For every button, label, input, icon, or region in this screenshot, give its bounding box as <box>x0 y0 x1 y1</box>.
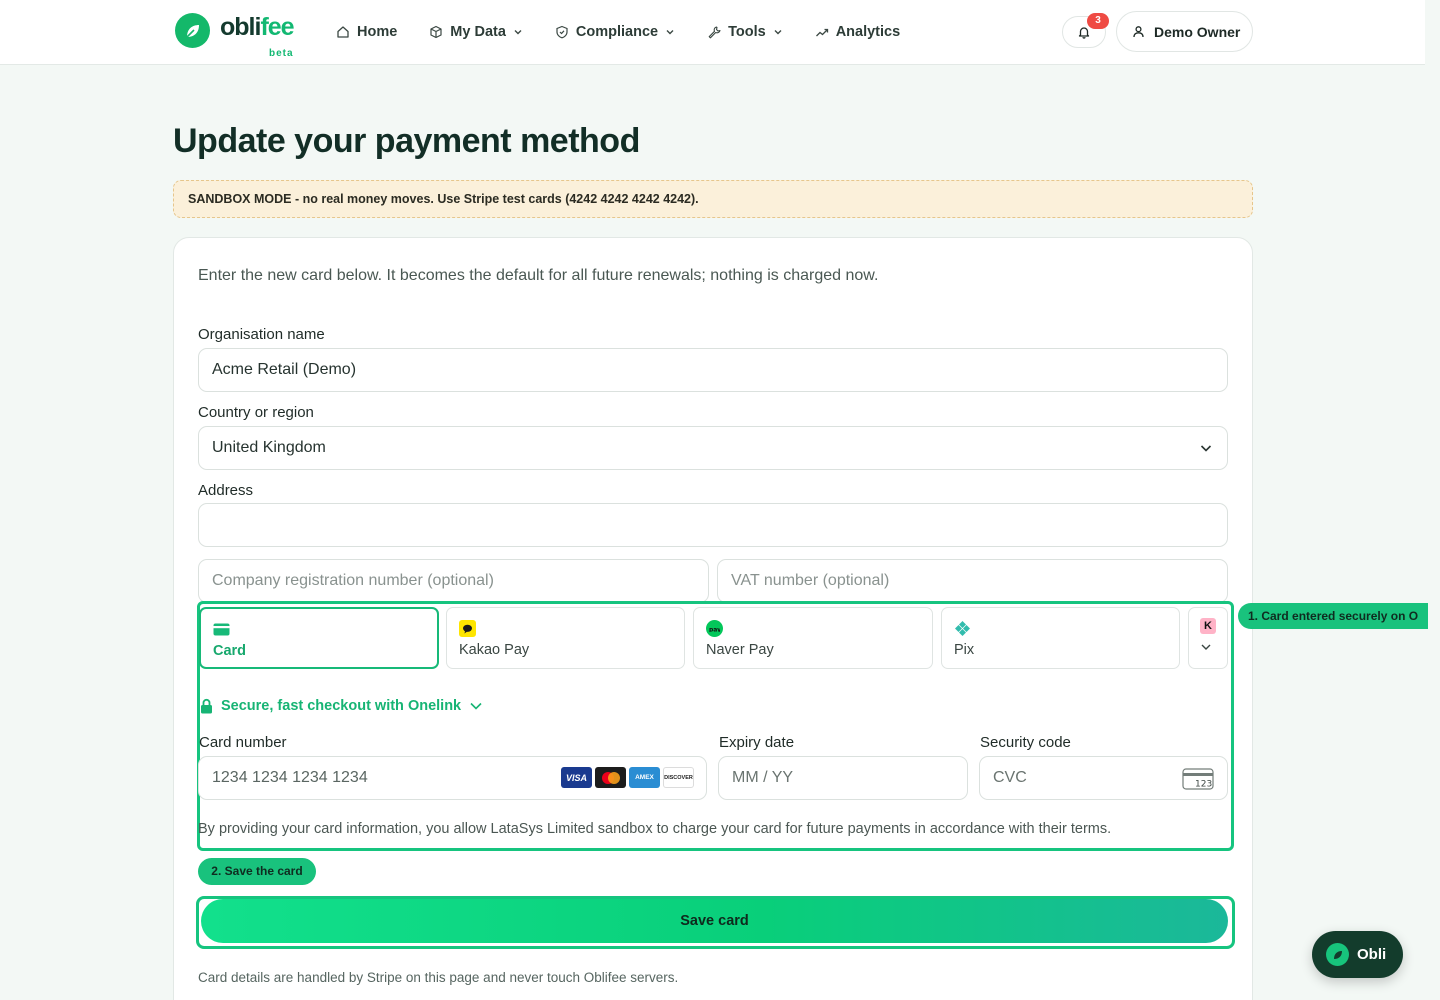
card-icon <box>213 621 230 638</box>
oblifee-logo[interactable]: oblifee beta <box>175 13 295 59</box>
country-label: Country or region <box>198 404 314 421</box>
discover-icon: DISCOVER <box>663 767 694 788</box>
notification-count-badge: 3 <box>1087 13 1109 29</box>
nav-my-data-label: My Data <box>450 24 506 40</box>
svg-text:pay: pay <box>709 626 720 632</box>
naver-icon: pay <box>706 620 723 637</box>
address-label: Address <box>198 482 254 499</box>
nav-home-label: Home <box>357 24 398 40</box>
card-brand-logos: VISA AMEX DISCOVER <box>561 767 694 788</box>
obli-label: Obli <box>1357 946 1387 963</box>
guide-callout-step-1: 1. Card entered securely on O <box>1238 603 1428 629</box>
payment-tab-pix[interactable]: Pix <box>941 607 1180 669</box>
country-select[interactable]: United Kingdom <box>198 426 1228 470</box>
security-code-label: Security code <box>980 734 1071 751</box>
obli-assistant-button[interactable]: Obli <box>1312 931 1403 978</box>
chevron-down-icon <box>1201 644 1211 650</box>
country-select-value: United Kingdom <box>212 439 326 456</box>
home-icon <box>337 26 349 38</box>
more-payment-methods-button[interactable]: K <box>1188 607 1228 669</box>
expiry-date-input[interactable]: MM / YY <box>718 756 968 800</box>
guide-callout-step-2: 2. Save the card <box>198 858 316 885</box>
stripe-footnote: Card details are handled by Stripe on th… <box>198 970 679 985</box>
vat-number-input[interactable]: VAT number (optional) <box>717 559 1228 603</box>
cvc-input[interactable]: CVC 123 <box>979 756 1228 800</box>
payment-tab-kakao-pay[interactable]: Kakao Pay <box>446 607 685 669</box>
main-nav: Home My Data Compliance Tools Analytics <box>336 22 932 42</box>
nav-compliance-label: Compliance <box>575 24 659 40</box>
chevron-down-icon <box>1200 445 1212 452</box>
cvc-icon-text: 123 <box>1195 780 1212 790</box>
nav-tools-label: Tools <box>728 24 766 40</box>
nav-analytics-label: Analytics <box>835 24 901 40</box>
user-menu-button[interactable]: Demo Owner <box>1116 11 1253 52</box>
onelink-label: Secure, fast checkout with Onelink <box>221 698 462 714</box>
klarna-icon: K <box>1200 618 1216 634</box>
trend-icon <box>815 28 828 37</box>
cvc-card-icon: 123 <box>1182 768 1214 790</box>
payment-tab-naver-pay-label: Naver Pay <box>706 642 774 658</box>
pix-icon <box>954 620 971 637</box>
leaf-icon <box>1326 943 1349 966</box>
chevron-down-icon <box>774 30 782 35</box>
wrench-icon <box>708 26 721 39</box>
shield-icon <box>556 25 568 39</box>
cube-icon <box>430 25 442 39</box>
card-number-placeholder: 1234 1234 1234 1234 <box>212 769 368 786</box>
chevron-down-icon <box>666 30 674 35</box>
card-terms-text: By providing your card information, you … <box>198 821 1112 837</box>
nav-home[interactable]: Home <box>336 22 397 42</box>
leaf-icon <box>175 13 210 48</box>
nav-tools[interactable]: Tools <box>707 22 783 42</box>
kakao-icon <box>459 620 476 637</box>
save-card-button[interactable]: Save card <box>201 899 1228 943</box>
card-number-input[interactable]: 1234 1234 1234 1234 VISA AMEX DISCOVER <box>198 756 707 800</box>
payment-tab-pix-label: Pix <box>954 642 975 658</box>
nav-compliance[interactable]: Compliance <box>555 22 675 42</box>
payment-tab-card-label: Card <box>213 643 247 659</box>
scrollbar-gutter <box>1425 0 1440 1000</box>
visa-icon: VISA <box>561 767 592 788</box>
address-input[interactable] <box>198 503 1228 547</box>
payment-tab-naver-pay[interactable]: pay Naver Pay <box>693 607 933 669</box>
card-number-label: Card number <box>199 734 287 751</box>
company-registration-input[interactable]: Company registration number (optional) <box>198 559 709 603</box>
beta-label: beta <box>269 48 294 59</box>
expiry-date-label: Expiry date <box>719 734 795 751</box>
user-name: Demo Owner <box>1154 23 1241 40</box>
amex-icon: AMEX <box>629 767 660 788</box>
mastercard-icon <box>595 767 626 788</box>
chevron-down-icon <box>470 702 482 710</box>
organisation-name-input[interactable]: Acme Retail (Demo) <box>198 348 1228 392</box>
payment-tab-kakao-pay-label: Kakao Pay <box>459 642 530 658</box>
page-title: Update your payment method <box>173 122 640 160</box>
chevron-down-icon <box>514 30 522 35</box>
payment-tab-card[interactable]: Card <box>199 607 439 669</box>
logo-wordmark: oblifee beta <box>220 13 295 59</box>
intro-text: Enter the new card below. It becomes the… <box>198 267 879 284</box>
sandbox-notice: SANDBOX MODE - no real money moves. Use … <box>173 180 1253 218</box>
lock-icon <box>201 698 212 714</box>
cvc-placeholder: CVC <box>993 769 1027 786</box>
onelink-toggle[interactable]: Secure, fast checkout with Onelink <box>200 698 483 714</box>
nav-my-data[interactable]: My Data <box>429 22 523 42</box>
organisation-name-label: Organisation name <box>198 326 325 343</box>
user-icon <box>1133 26 1144 38</box>
nav-analytics[interactable]: Analytics <box>815 22 900 42</box>
